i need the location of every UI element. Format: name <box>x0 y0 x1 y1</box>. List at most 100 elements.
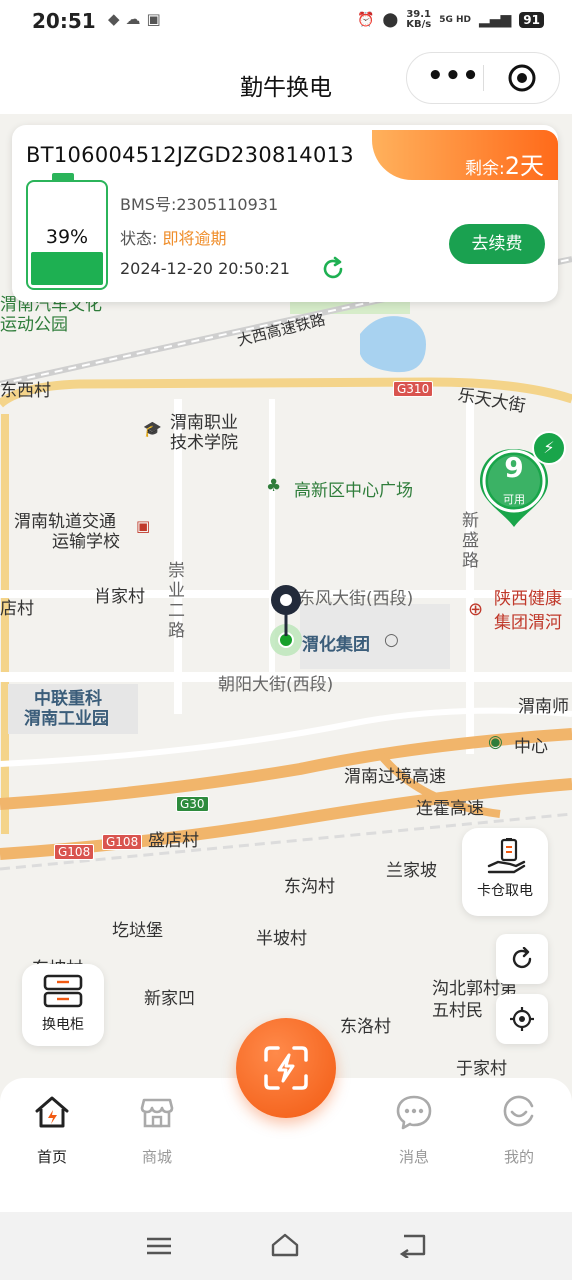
map-label-dongluo: 东洛村 <box>340 1017 391 1037</box>
refresh-icon[interactable] <box>320 256 346 282</box>
locate-me-button[interactable] <box>496 994 548 1044</box>
signal-icon: ▂▄▆ <box>478 12 512 28</box>
map-label-dian: 店村 <box>0 599 34 619</box>
map-label-lanjiapo: 兰家坡 <box>386 861 437 881</box>
road-tag-g108b: G108 <box>102 834 143 850</box>
swap-cabinet-button[interactable]: 换电柜 <box>22 964 104 1046</box>
reload-map-button[interactable] <box>496 934 548 984</box>
alarm-icon: ⏰ <box>357 12 375 28</box>
reload-icon <box>512 947 532 969</box>
bell-icon: ◆ <box>108 10 126 28</box>
map-label-center: 中心 <box>514 737 548 757</box>
cabin-pickup-button[interactable]: 卡仓取电 <box>462 828 548 916</box>
mini-program-capsule: ••• <box>406 52 560 104</box>
battery-level-icon: 39% <box>26 180 108 290</box>
map-label-chongye4: 路 <box>168 621 185 641</box>
cabinet-icon <box>43 974 83 1008</box>
map-label-dongxi: 东西村 <box>0 381 51 401</box>
remaining-value: 2天 <box>504 152 544 180</box>
map-label-dongfeng: 东风大街(西段) <box>298 589 414 609</box>
school-icon-2: ▣ <box>136 517 151 535</box>
map-label-park2: 运动公园 <box>0 315 68 335</box>
nav-home[interactable]: 首页 <box>12 1090 92 1166</box>
lightning-icon: ⚡ <box>532 431 566 465</box>
remaining-label: 剩余: <box>464 159 505 179</box>
map-label-normal: 渭南师 <box>518 697 569 717</box>
status-label: 状态: <box>120 229 158 248</box>
scan-swap-button[interactable] <box>236 1018 336 1118</box>
map-label-lianhuo: 连霍高速 <box>416 799 484 819</box>
map-label-gedabao: 圪垯堡 <box>112 921 163 941</box>
nav-messages[interactable]: 消息 <box>374 1090 454 1166</box>
app-icon: ▣ <box>146 10 167 28</box>
target-circle-icon[interactable] <box>507 63 537 93</box>
status-time: 20:51 <box>32 9 96 33</box>
nav-home-label: 首页 <box>36 1148 67 1166</box>
map-label-xiaojia: 肖家村 <box>94 587 145 607</box>
school-icon: 🎓 <box>143 420 162 438</box>
poi-dot-icon: ○ <box>384 630 399 650</box>
location-icon: ⬤ <box>382 12 399 28</box>
menu-icon[interactable] <box>146 1236 172 1256</box>
home-icon <box>35 1096 69 1128</box>
map-label-college2: 技术学院 <box>170 433 238 453</box>
notification-icons: ◆☁▣ <box>108 10 167 28</box>
status-bar: 20:51 ◆☁▣ ⏰ ⬤ 39.1 KB/s 5G HD ▂▄▆ 91 <box>0 0 572 44</box>
status-right: ⏰ ⬤ 39.1 KB/s 5G HD ▂▄▆ 91 <box>357 10 544 30</box>
center-icon: ◉ <box>488 732 503 752</box>
map-label-plaza: 高新区中心广场 <box>294 481 413 501</box>
swap-cabinet-label: 换电柜 <box>42 1017 84 1033</box>
cloud-icon: ☁ <box>125 10 147 28</box>
capsule-divider <box>483 65 484 91</box>
nav-mine-label: 我的 <box>503 1148 534 1166</box>
map-label-donggou: 东沟村 <box>284 877 335 897</box>
map-label-shengdian: 盛店村 <box>148 831 199 851</box>
station-marker[interactable]: 9 可用 ⚡ <box>476 431 566 533</box>
map-label-shaanxi2: 集团渭河 <box>494 613 562 633</box>
message-icon <box>396 1095 432 1130</box>
map-label-chaoyang: 朝阳大街(西段) <box>218 675 334 695</box>
home-nav-icon[interactable] <box>270 1232 300 1258</box>
hand-battery-icon <box>487 838 526 874</box>
app-header: 勤牛换电 ••• <box>0 44 572 114</box>
nav-mall-label: 商城 <box>141 1148 172 1166</box>
scan-icon <box>264 1046 308 1090</box>
battery-indicator: 91 <box>519 12 544 28</box>
road-tag-g108a: G108 <box>54 844 95 860</box>
map-label-shaanxi1: 陕西健康 <box>494 589 562 609</box>
crosshair-icon <box>510 1007 534 1031</box>
map-label-goubei2: 五村民 <box>432 1001 483 1021</box>
bms-label: BMS号: <box>120 195 177 214</box>
system-nav-bar <box>0 1212 572 1280</box>
map-label-rail-school2: 运输学校 <box>52 532 120 552</box>
map-label-weihua: 渭化集团 <box>302 635 370 655</box>
map-label-transit-hwy: 渭南过境高速 <box>344 767 446 787</box>
nav-messages-label: 消息 <box>398 1148 429 1166</box>
hospital-icon: ⊕ <box>468 599 484 620</box>
status-value: 即将逾期 <box>162 229 227 248</box>
cabin-pickup-label: 卡仓取电 <box>477 883 533 899</box>
battery-percent: 39% <box>45 226 89 248</box>
back-icon[interactable] <box>398 1232 428 1258</box>
renew-button[interactable]: 去续费 <box>449 224 545 264</box>
net-unit: KB/s <box>406 19 432 30</box>
map-label-yujia: 于家村 <box>456 1059 507 1079</box>
more-dots-icon[interactable]: ••• <box>427 61 479 91</box>
nav-mall[interactable]: 商城 <box>117 1090 197 1166</box>
map-label-xinjiaao: 新家凹 <box>144 989 195 1009</box>
battery-fill <box>31 251 103 285</box>
nav-mine[interactable]: 我的 <box>479 1090 559 1166</box>
update-timestamp: 2024-12-20 20:50:21 <box>120 259 290 278</box>
map-label-banpo: 半坡村 <box>256 929 307 949</box>
network-type: 5G HD <box>439 15 471 25</box>
remaining-badge: 剩余:2天 <box>372 130 558 180</box>
road-tag-g30: G30 <box>176 796 209 812</box>
bms-value: 2305110931 <box>176 195 279 214</box>
station-label: 可用 <box>503 493 525 506</box>
map-label-xinsheng3: 路 <box>462 551 479 571</box>
battery-id: BT106004512JZGD230814013 <box>26 143 354 167</box>
battery-card: 剩余:2天 BT106004512JZGD230814013 39% BMS号:… <box>12 125 558 302</box>
map-label-zoomlion2: 渭南工业园 <box>24 709 109 729</box>
road-tag-g310: G310 <box>393 381 434 397</box>
shop-icon <box>140 1098 174 1128</box>
